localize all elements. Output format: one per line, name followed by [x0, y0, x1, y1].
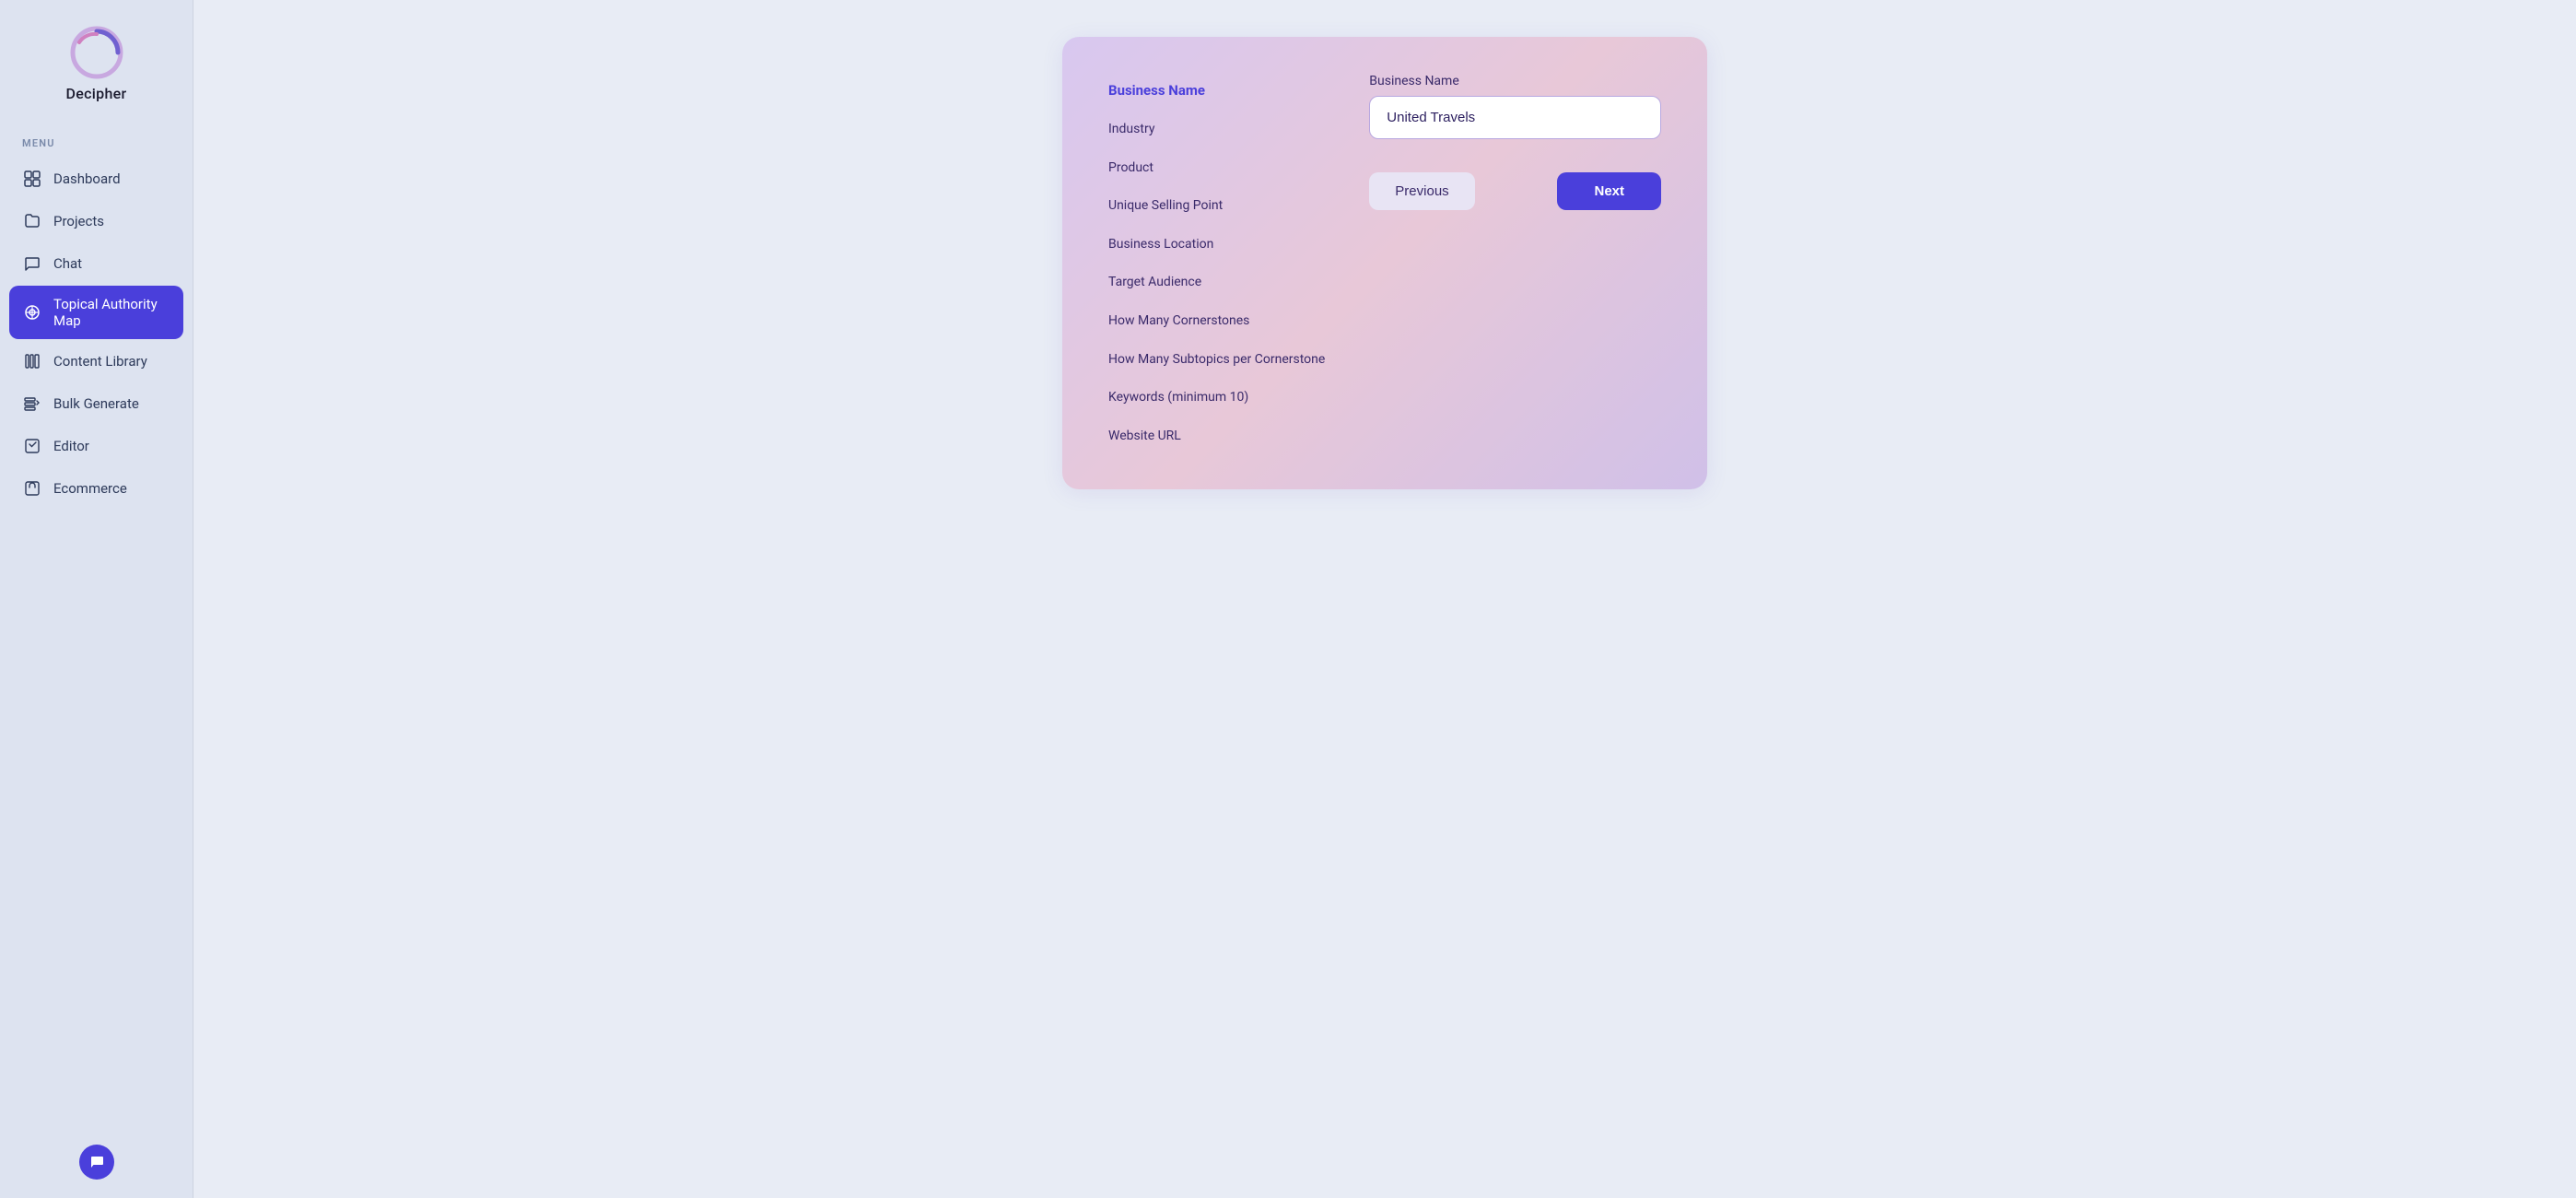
app-name: Decipher — [66, 85, 127, 102]
sidebar-item-dashboard[interactable]: Dashboard — [9, 159, 183, 199]
sidebar-item-bulk-generate[interactable]: Bulk Generate — [9, 383, 183, 424]
step-unique-selling-point[interactable]: Unique Selling Point — [1108, 190, 1325, 223]
sidebar-item-chat[interactable]: Chat — [9, 243, 183, 284]
sidebar-item-label: Content Library — [53, 353, 147, 370]
sidebar: Decipher MENU Dashboard Projects — [0, 0, 193, 1198]
map-icon — [22, 302, 42, 323]
bulk-icon — [22, 393, 42, 414]
field-group: Business Name — [1369, 74, 1661, 139]
form-card: Business Name Industry Product Unique Se… — [1062, 37, 1707, 489]
sidebar-item-editor[interactable]: Editor — [9, 426, 183, 466]
sidebar-bottom — [0, 1126, 193, 1198]
field-label: Business Name — [1369, 74, 1661, 88]
step-how-many-cornerstones[interactable]: How Many Cornerstones — [1108, 305, 1325, 338]
sidebar-item-label: Topical Authority Map — [53, 296, 170, 329]
chat-bubble-button[interactable] — [79, 1145, 114, 1180]
sidebar-item-label: Dashboard — [53, 170, 121, 187]
library-icon — [22, 351, 42, 371]
sidebar-item-ecommerce[interactable]: Ecommerce — [9, 468, 183, 509]
sidebar-item-label: Ecommerce — [53, 480, 127, 497]
business-name-input[interactable] — [1369, 96, 1661, 139]
chat-icon — [22, 253, 42, 274]
sidebar-item-label: Bulk Generate — [53, 395, 139, 412]
step-subtopics-per-cornerstone[interactable]: How Many Subtopics per Cornerstone — [1108, 344, 1325, 377]
step-keywords[interactable]: Keywords (minimum 10) — [1108, 382, 1325, 415]
ecommerce-icon — [22, 478, 42, 499]
step-website-url[interactable]: Website URL — [1108, 420, 1325, 453]
sidebar-nav: Dashboard Projects Chat — [0, 159, 193, 1126]
step-business-name[interactable]: Business Name — [1108, 74, 1325, 108]
logo-area: Decipher — [0, 0, 193, 121]
sidebar-item-topical-authority-map[interactable]: Topical Authority Map — [9, 286, 183, 339]
step-target-audience[interactable]: Target Audience — [1108, 266, 1325, 300]
logo-icon — [70, 26, 123, 79]
chat-bubble-icon — [88, 1153, 106, 1171]
form-actions: Previous Next — [1369, 172, 1661, 210]
sidebar-item-label: Projects — [53, 213, 104, 229]
sidebar-item-content-library[interactable]: Content Library — [9, 341, 183, 382]
main-content: Business Name Industry Product Unique Se… — [193, 0, 2576, 1198]
sidebar-item-projects[interactable]: Projects — [9, 201, 183, 241]
menu-label: MENU — [0, 121, 193, 159]
step-industry[interactable]: Industry — [1108, 113, 1325, 147]
editor-icon — [22, 436, 42, 456]
sidebar-item-label: Editor — [53, 438, 89, 454]
dashboard-icon — [22, 169, 42, 189]
projects-icon — [22, 211, 42, 231]
next-button[interactable]: Next — [1557, 172, 1661, 210]
form-main: Business Name Previous Next — [1369, 74, 1661, 452]
previous-button[interactable]: Previous — [1369, 172, 1474, 210]
form-layout: Business Name Industry Product Unique Se… — [1108, 74, 1661, 452]
step-business-location[interactable]: Business Location — [1108, 229, 1325, 262]
step-product[interactable]: Product — [1108, 152, 1325, 185]
sidebar-item-label: Chat — [53, 255, 82, 272]
form-steps: Business Name Industry Product Unique Se… — [1108, 74, 1325, 452]
